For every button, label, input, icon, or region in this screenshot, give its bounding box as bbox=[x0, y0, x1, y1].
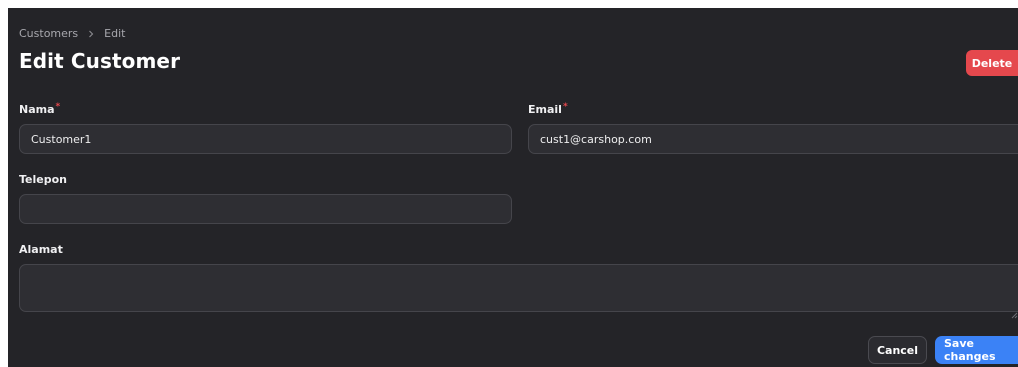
telepon-label: Telepon bbox=[19, 173, 67, 186]
email-input[interactable] bbox=[528, 124, 1018, 154]
breadcrumb-item-customers[interactable]: Customers bbox=[19, 27, 78, 40]
alamat-label: Alamat bbox=[19, 243, 63, 256]
telepon-input[interactable] bbox=[19, 194, 512, 224]
chevron-right-icon bbox=[86, 29, 96, 39]
nama-required-mark: * bbox=[55, 102, 61, 112]
nama-label-text: Nama bbox=[19, 103, 55, 116]
nama-input[interactable] bbox=[19, 124, 512, 154]
edit-customer-page: Customers Edit Edit Customer Delete Nama… bbox=[8, 8, 1018, 367]
email-required-mark: * bbox=[562, 102, 568, 112]
delete-button[interactable]: Delete bbox=[966, 50, 1018, 76]
nama-label: Nama* bbox=[19, 102, 61, 116]
save-changes-button[interactable]: Save changes bbox=[935, 336, 1018, 364]
email-label-text: Email bbox=[528, 103, 562, 116]
breadcrumb: Customers Edit bbox=[19, 27, 125, 40]
page-title: Edit Customer bbox=[19, 49, 181, 73]
alamat-textarea[interactable] bbox=[19, 264, 1018, 312]
email-label: Email* bbox=[528, 102, 568, 116]
resize-grip-icon[interactable] bbox=[1010, 304, 1018, 319]
cancel-button[interactable]: Cancel bbox=[868, 336, 927, 364]
breadcrumb-item-edit: Edit bbox=[104, 27, 126, 40]
